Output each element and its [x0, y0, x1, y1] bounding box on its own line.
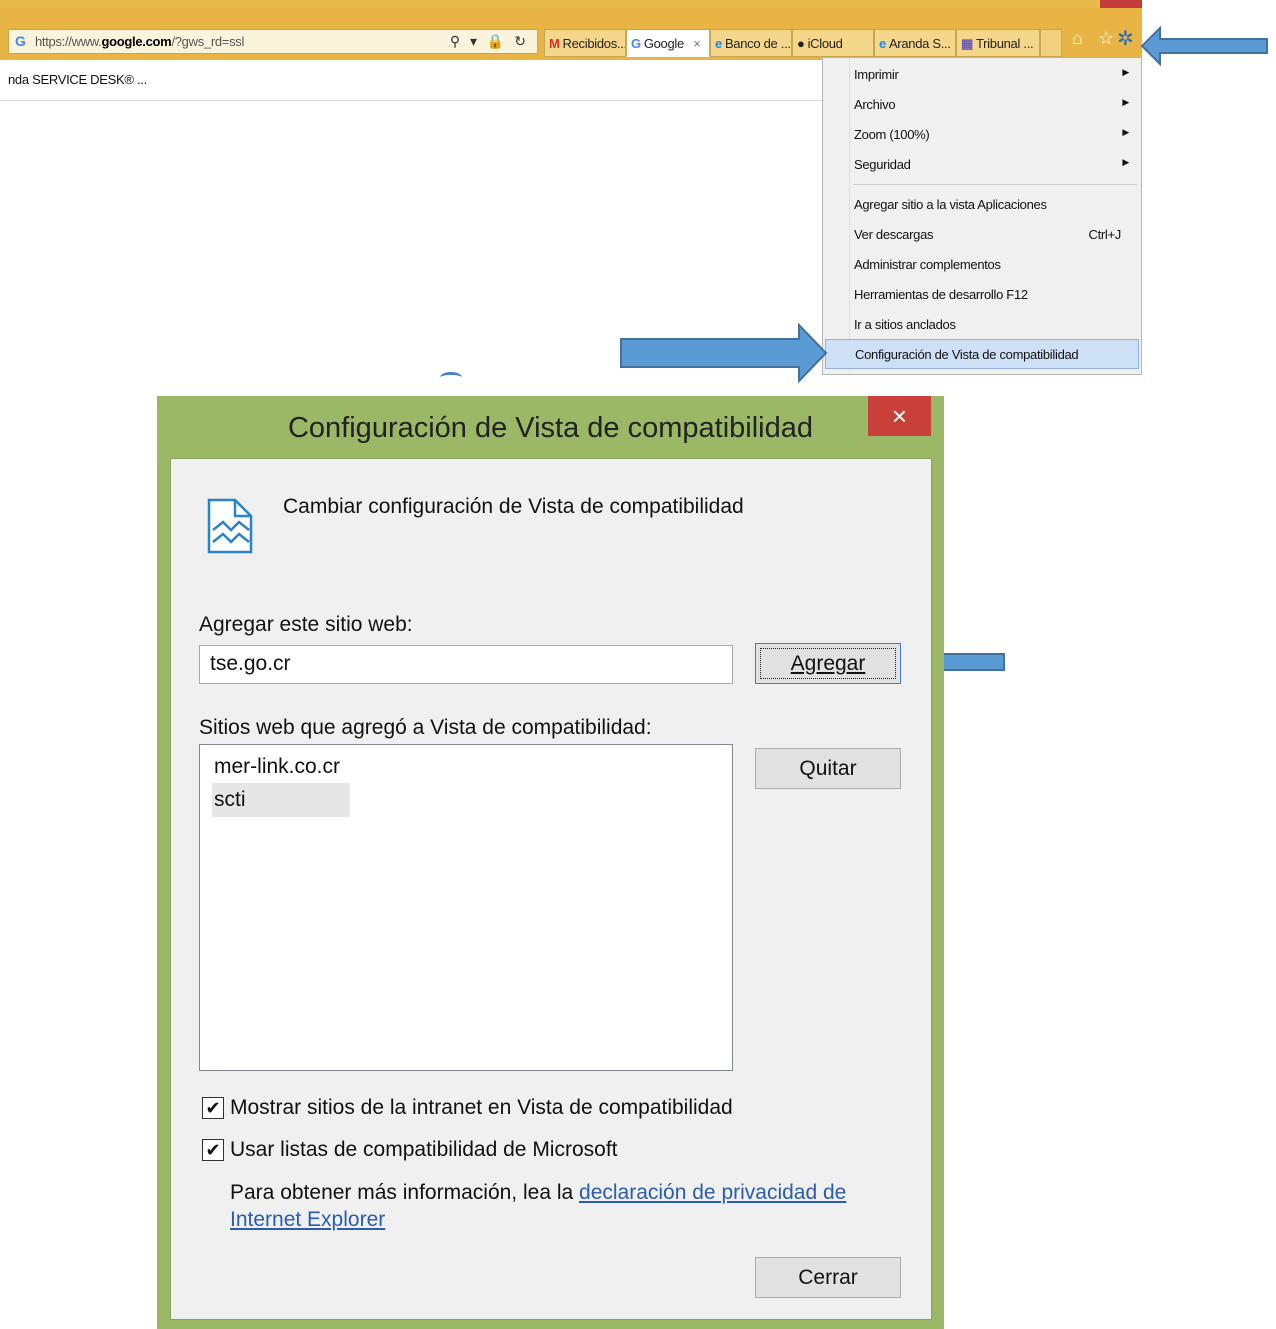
tab-label: Tribunal ...: [975, 36, 1034, 51]
microsoft-lists-checkbox[interactable]: ✔: [202, 1139, 224, 1161]
tab-tribunal[interactable]: ▦ Tribunal ...: [956, 29, 1040, 57]
dialog-close-button[interactable]: ×: [868, 396, 931, 436]
browser-titlebar: [0, 0, 1142, 8]
add-button[interactable]: Agregar: [755, 643, 901, 684]
compatibility-view-icon: [207, 498, 253, 554]
add-site-input[interactable]: tse.go.cr: [199, 645, 733, 684]
menu-item-herramientas[interactable]: Herramientas de desarrollo F12: [823, 280, 1141, 308]
menu-item-vista-compatibilidad[interactable]: Configuración de Vista de compatibilidad: [825, 339, 1139, 369]
privacy-info-text: Para obtener más información, lea la dec…: [230, 1179, 890, 1233]
submenu-arrow-icon: ▶: [1122, 127, 1129, 137]
menu-item-imprimir[interactable]: Imprimir ▶: [823, 60, 1141, 88]
favorite-aranda[interactable]: nda SERVICE DESK® ...: [8, 72, 147, 87]
page-logo-fragment: [440, 372, 462, 383]
menu-item-label: Seguridad: [854, 157, 911, 172]
menu-shortcut: Ctrl+J: [1088, 227, 1121, 242]
gear-icon[interactable]: ✲: [1117, 26, 1134, 51]
tools-menu: Imprimir ▶ Archivo ▶ Zoom (100%) ▶ Segurida…: [822, 57, 1142, 375]
menu-item-seguridad[interactable]: Seguridad ▶: [823, 150, 1141, 178]
menu-item-agregar-sitio[interactable]: Agregar sitio a la vista Aplicaciones: [823, 190, 1141, 218]
close-button[interactable]: Cerrar: [755, 1257, 901, 1298]
menu-item-zoom[interactable]: Zoom (100%) ▶: [823, 120, 1141, 148]
address-url: https://www.google.com/?gws_rd=ssl: [35, 34, 245, 49]
menu-item-label: Administrar complementos: [854, 257, 1001, 272]
submenu-arrow-icon: ▶: [1122, 157, 1129, 167]
menu-item-label: Imprimir: [854, 67, 899, 82]
menu-separator: [853, 184, 1137, 185]
address-bar[interactable]: G https://www.google.com/?gws_rd=ssl ⚲ ▾…: [8, 29, 538, 54]
tab-recibidos[interactable]: M Recibidos...: [544, 29, 626, 57]
ie-icon: e: [879, 36, 886, 51]
sites-list-label: Sitios web que agregó a Vista de compati…: [199, 716, 652, 739]
tab-close-icon[interactable]: ×: [693, 36, 701, 51]
list-item[interactable]: scti: [212, 783, 350, 817]
add-site-label: Agregar este sitio web:: [199, 613, 413, 636]
ie-icon: e: [715, 36, 722, 51]
tab-label: Recibidos...: [562, 36, 626, 51]
gmail-icon: M: [549, 36, 560, 51]
sites-listbox[interactable]: mer-link.co.cr scti: [199, 744, 733, 1071]
google-icon: G: [631, 36, 641, 51]
google-favicon-icon: G: [15, 33, 26, 49]
tribunal-icon: ▦: [961, 36, 973, 51]
info-text: Para obtener más información, lea la: [230, 1181, 580, 1204]
menu-item-label: Archivo: [854, 97, 896, 112]
submenu-arrow-icon: ▶: [1122, 67, 1129, 77]
menu-item-ver-descargas[interactable]: Ver descargas Ctrl+J: [823, 220, 1141, 248]
apple-icon: ●: [797, 36, 805, 51]
add-button-label: Agregar: [790, 652, 866, 675]
submenu-arrow-icon: ▶: [1122, 97, 1129, 107]
menu-item-label: Ver descargas: [854, 227, 934, 242]
arrow-menu-annotation: [620, 323, 828, 383]
tab-label: Banco de ...: [724, 36, 791, 51]
list-item[interactable]: mer-link.co.cr: [212, 755, 342, 779]
address-bar-icons[interactable]: ⚲ ▾ 🔒 ↻: [450, 33, 529, 50]
dialog-heading: Cambiar configuración de Vista de compat…: [283, 495, 744, 518]
intranet-checkbox-label[interactable]: Mostrar sitios de la intranet en Vista d…: [230, 1096, 733, 1120]
menu-item-archivo[interactable]: Archivo ▶: [823, 90, 1141, 118]
intranet-checkbox[interactable]: ✔: [202, 1097, 224, 1119]
menu-item-label: Herramientas de desarrollo F12: [854, 287, 1028, 302]
menu-item-label: Ir a sitios anclados: [854, 317, 956, 332]
tab-label: Google: [643, 36, 684, 51]
tab-label: Aranda S...: [888, 36, 951, 51]
tab-label: iCloud: [807, 36, 843, 51]
home-favorites-icons[interactable]: ⌂ ☆: [1072, 28, 1119, 49]
tab-banco[interactable]: e Banco de ...: [710, 29, 792, 57]
menu-item-label: Agregar sitio a la vista Aplicaciones: [854, 197, 1047, 212]
menu-item-label: Zoom (100%): [854, 127, 930, 142]
remove-button[interactable]: Quitar: [755, 748, 901, 789]
dialog-title: Configuración de Vista de compatibilidad: [287, 412, 814, 444]
menu-item-label: Configuración de Vista de compatibilidad: [855, 347, 1079, 362]
window-close-edge[interactable]: [1100, 0, 1142, 8]
tab-google[interactable]: G Google ×: [626, 29, 710, 57]
arrow-gear-annotation: [1140, 26, 1268, 66]
tab-aranda[interactable]: e Aranda S...: [874, 29, 956, 57]
menu-item-sitios-anclados[interactable]: Ir a sitios anclados: [823, 310, 1141, 338]
new-tab-button[interactable]: [1040, 29, 1062, 57]
tab-icloud[interactable]: ● iCloud: [792, 29, 874, 57]
menu-item-complementos[interactable]: Administrar complementos: [823, 250, 1141, 278]
microsoft-lists-checkbox-label[interactable]: Usar listas de compatibilidad de Microso…: [230, 1138, 618, 1162]
